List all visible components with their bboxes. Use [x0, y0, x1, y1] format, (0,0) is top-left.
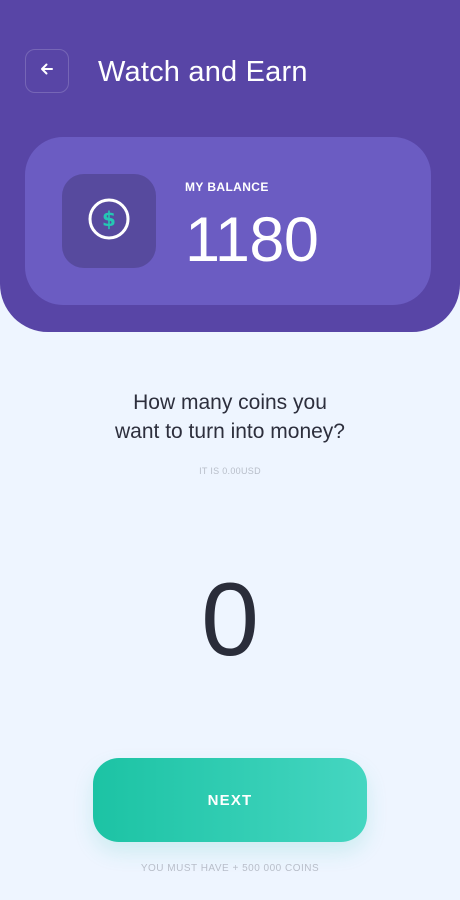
balance-value: 1180	[185, 205, 319, 275]
minimum-coins-note: YOU MUST HAVE + 500 000 COINS	[140, 863, 320, 874]
question-line-2: want to turn into money?	[115, 420, 345, 443]
next-button[interactable]: NEXT	[93, 758, 367, 842]
coin-tile: $	[62, 174, 156, 268]
balance-card: $ MY BALANCE 1180	[25, 137, 431, 305]
header-panel: Watch and Earn $ MY BALANCE 1180	[0, 0, 460, 332]
svg-text:$: $	[102, 207, 116, 231]
usd-equivalent: IT IS 0.00USD	[199, 466, 261, 476]
arrow-left-icon	[38, 60, 56, 83]
dollar-coin-icon: $	[87, 197, 131, 246]
conversion-question: How many coins you want to turn into mon…	[0, 388, 460, 446]
back-button[interactable]	[25, 49, 69, 93]
coin-amount-display[interactable]: 0	[0, 562, 460, 678]
question-line-1: How many coins you	[133, 391, 327, 414]
balance-label: MY BALANCE	[185, 180, 269, 194]
page-title: Watch and Earn	[98, 56, 308, 88]
next-button-label: NEXT	[207, 791, 253, 809]
